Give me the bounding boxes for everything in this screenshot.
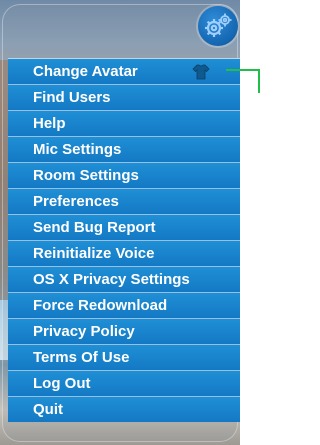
menu-item-label: Reinitialize Voice xyxy=(33,245,155,262)
menu-item-label: Room Settings xyxy=(33,167,139,184)
gears-icon xyxy=(205,13,232,37)
menu-item-label: Terms Of Use xyxy=(33,349,130,366)
menu-item-label: Help xyxy=(33,115,66,132)
settings-menu: Change Avatar Find Users Help Mic Settin… xyxy=(8,58,240,422)
settings-gears-button[interactable] xyxy=(198,6,238,46)
menu-item-terms-of-use[interactable]: Terms Of Use xyxy=(8,344,240,370)
menu-item-log-out[interactable]: Log Out xyxy=(8,370,240,396)
menu-item-room-settings[interactable]: Room Settings xyxy=(8,162,240,188)
menu-item-find-users[interactable]: Find Users xyxy=(8,84,240,110)
app-viewport: Change Avatar Find Users Help Mic Settin… xyxy=(0,0,260,445)
menu-item-force-redownload[interactable]: Force Redownload xyxy=(8,292,240,318)
menu-item-change-avatar[interactable]: Change Avatar xyxy=(8,58,240,84)
menu-item-help[interactable]: Help xyxy=(8,110,240,136)
menu-item-label: Privacy Policy xyxy=(33,323,135,340)
shirt-icon xyxy=(192,64,210,80)
menu-item-send-bug-report[interactable]: Send Bug Report xyxy=(8,214,240,240)
menu-item-osx-privacy-settings[interactable]: OS X Privacy Settings xyxy=(8,266,240,292)
menu-item-label: Send Bug Report xyxy=(33,219,156,236)
menu-item-mic-settings[interactable]: Mic Settings xyxy=(8,136,240,162)
menu-item-privacy-policy[interactable]: Privacy Policy xyxy=(8,318,240,344)
menu-item-label: Mic Settings xyxy=(33,141,122,158)
menu-item-label: Force Redownload xyxy=(33,297,168,314)
menu-item-quit[interactable]: Quit xyxy=(8,396,240,422)
menu-item-label: Change Avatar xyxy=(33,63,138,80)
menu-item-label: Find Users xyxy=(33,89,111,106)
highlight-pointer-line xyxy=(226,69,260,93)
menu-item-label: Preferences xyxy=(33,193,119,210)
menu-item-reinitialize-voice[interactable]: Reinitialize Voice xyxy=(8,240,240,266)
menu-item-label: Quit xyxy=(33,401,63,418)
menu-item-label: OS X Privacy Settings xyxy=(33,271,190,288)
menu-item-preferences[interactable]: Preferences xyxy=(8,188,240,214)
menu-item-label: Log Out xyxy=(33,375,91,392)
